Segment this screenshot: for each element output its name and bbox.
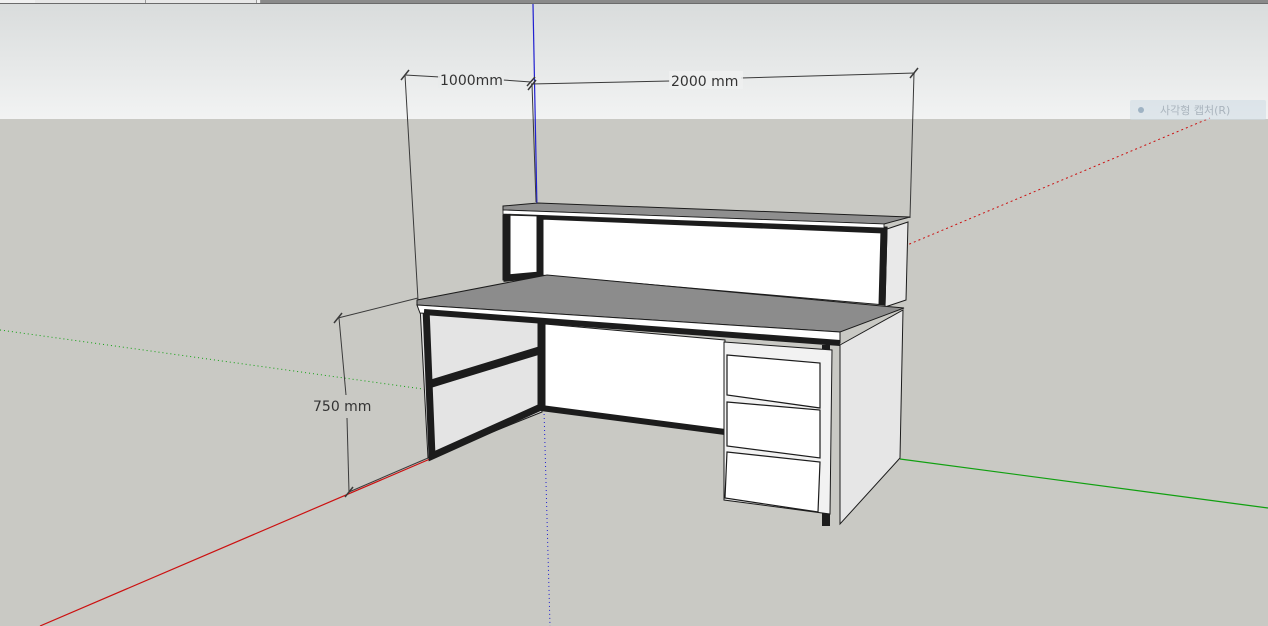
- green-axis-dotted: [0, 329, 431, 391]
- scene-tab[interactable]: 사각형 캡처(R): [1130, 100, 1266, 120]
- dimension-width-label: 1000mm: [440, 73, 503, 89]
- scene-tab-label: 사각형 캡처(R): [1160, 104, 1231, 117]
- blue-axis-dotted: [543, 409, 551, 626]
- desk-right-panel: [839, 309, 904, 526]
- drawer-unit[interactable]: [723, 341, 833, 515]
- scene-tab-icon: [1138, 107, 1144, 113]
- drawer-3: [724, 451, 821, 513]
- reception-desk-model[interactable]: [416, 202, 911, 526]
- red-axis-solid: [39, 458, 431, 626]
- model-scene[interactable]: 1000mm 2000 mm 750 mm: [0, 0, 1268, 626]
- dimension-height-label: 750 mm: [313, 399, 371, 415]
- sketchup-viewport[interactable]: 1000mm 2000 mm 750 mm 사각형 캡처(R): [0, 0, 1268, 626]
- dimension-length-label: 2000 mm: [671, 74, 738, 90]
- hutch-right-end: [884, 221, 909, 308]
- red-axis-dotted: [899, 117, 1211, 249]
- green-axis-solid: [899, 458, 1268, 509]
